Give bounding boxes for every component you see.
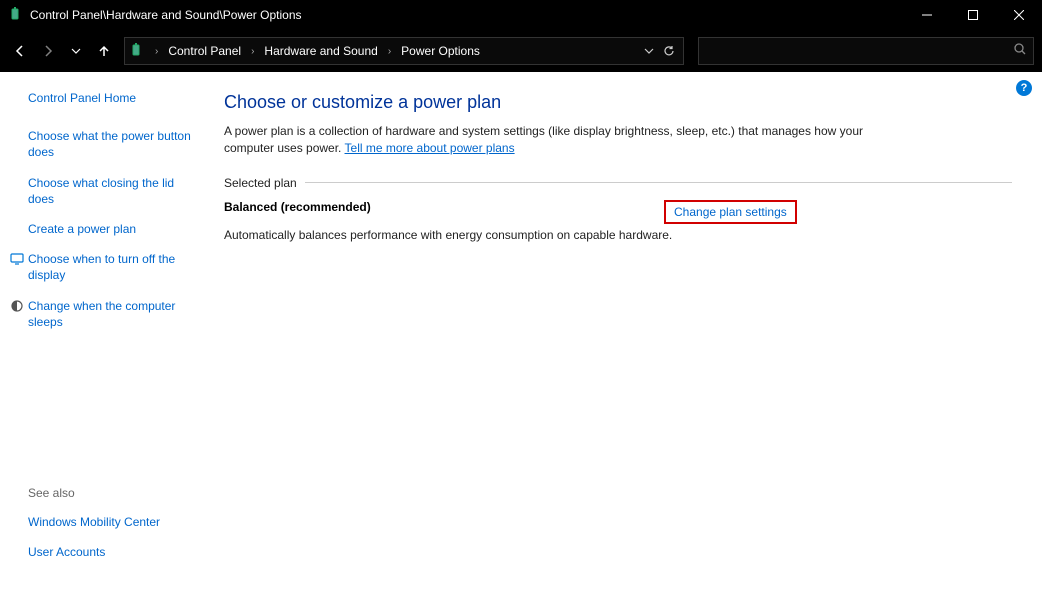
change-plan-settings-link[interactable]: Change plan settings <box>664 200 797 224</box>
address-icon <box>129 43 145 59</box>
address-dropdown-button[interactable] <box>639 41 659 61</box>
plan-block: Balanced (recommended) Change plan setti… <box>224 200 1012 242</box>
search-box[interactable] <box>698 37 1034 65</box>
breadcrumb-sep: › <box>251 46 254 57</box>
see-also-heading: See also <box>28 486 202 500</box>
search-icon[interactable] <box>1013 42 1027 61</box>
sidebar: Control Panel Home Choose what the power… <box>0 72 210 592</box>
app-icon <box>8 7 24 23</box>
breadcrumb-item-control-panel[interactable]: Control Panel <box>164 42 245 60</box>
sidebar-home-link[interactable]: Control Panel Home <box>28 90 198 106</box>
plan-description: Automatically balances performance with … <box>224 228 1012 242</box>
main-content: Choose or customize a power plan A power… <box>210 72 1042 592</box>
minimize-button[interactable] <box>904 0 950 30</box>
sidebar-link-turn-off-display[interactable]: Choose when to turn off the display <box>28 251 198 283</box>
help-icon[interactable]: ? <box>1016 80 1032 96</box>
desc-text: A power plan is a collection of hardware… <box>224 124 863 155</box>
monitor-icon <box>10 252 24 266</box>
section-rule <box>305 182 1012 183</box>
plan-name: Balanced (recommended) <box>224 200 664 214</box>
breadcrumb-item-hardware-sound[interactable]: Hardware and Sound <box>260 42 381 60</box>
breadcrumb: Control Panel › Hardware and Sound › Pow… <box>164 42 639 60</box>
section-label-text: Selected plan <box>224 176 297 190</box>
moon-icon <box>10 299 24 313</box>
page-title: Choose or customize a power plan <box>224 92 1012 113</box>
body: ? Control Panel Home Choose what the pow… <box>0 72 1042 592</box>
close-button[interactable] <box>996 0 1042 30</box>
breadcrumb-sep-root: › <box>155 46 158 57</box>
sidebar-item-label: Change when the computer sleeps <box>28 299 175 329</box>
up-button[interactable] <box>92 39 116 63</box>
sidebar-link-create-plan[interactable]: Create a power plan <box>28 221 198 237</box>
change-plan-settings-label: Change plan settings <box>674 205 787 219</box>
maximize-button[interactable] <box>950 0 996 30</box>
navbar: › Control Panel › Hardware and Sound › P… <box>0 30 1042 72</box>
breadcrumb-item-power-options[interactable]: Power Options <box>397 42 484 60</box>
recent-locations-button[interactable] <box>64 39 88 63</box>
selected-plan-section: Selected plan <box>224 176 1012 190</box>
breadcrumb-sep: › <box>388 46 391 57</box>
window-controls <box>904 0 1042 30</box>
see-also-mobility-center[interactable]: Windows Mobility Center <box>28 514 198 530</box>
sidebar-link-power-button[interactable]: Choose what the power button does <box>28 128 198 160</box>
window-title: Control Panel\Hardware and Sound\Power O… <box>30 8 904 22</box>
refresh-button[interactable] <box>659 41 679 61</box>
plan-header-row: Balanced (recommended) Change plan setti… <box>224 200 1012 224</box>
sidebar-item-label: Choose when to turn off the display <box>28 252 175 282</box>
sidebar-link-computer-sleeps[interactable]: Change when the computer sleeps <box>28 298 198 330</box>
back-button[interactable] <box>8 39 32 63</box>
search-input[interactable] <box>707 44 1005 58</box>
sidebar-link-closing-lid[interactable]: Choose what closing the lid does <box>28 175 198 207</box>
tell-me-more-link[interactable]: Tell me more about power plans <box>345 141 515 155</box>
see-also-user-accounts[interactable]: User Accounts <box>28 544 198 560</box>
address-bar[interactable]: › Control Panel › Hardware and Sound › P… <box>124 37 684 65</box>
forward-button[interactable] <box>36 39 60 63</box>
titlebar: Control Panel\Hardware and Sound\Power O… <box>0 0 1042 30</box>
page-description: A power plan is a collection of hardware… <box>224 123 864 158</box>
